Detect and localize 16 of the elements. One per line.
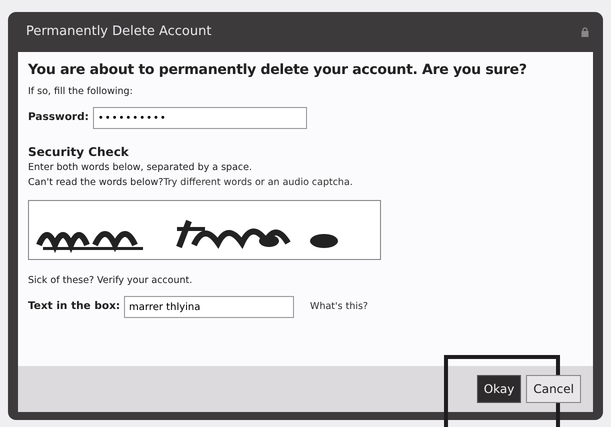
lock-icon[interactable]: [581, 27, 589, 37]
instruction-text: Enter both words below, separated by a space.: [28, 161, 253, 176]
intro-text: If so, fill the following:: [28, 85, 134, 99]
password-field[interactable]: ••••••••••: [92, 107, 307, 130]
field-label: Password:: [28, 110, 89, 126]
okay-button[interactable]: Okay: [476, 375, 522, 403]
answer-field[interactable]: marrer thlyina: [124, 296, 294, 318]
section-title: Security Check: [28, 144, 130, 162]
window-title: Permanently Delete Account: [26, 23, 212, 42]
help-text: Can't read the words below?: [28, 176, 164, 190]
whats-this-link[interactable]: What's this?: [310, 300, 368, 314]
verify-text: Sick of these? Verify your account.: [28, 274, 194, 288]
cancel-button[interactable]: Cancel: [526, 375, 581, 403]
field-label: Text in the box:: [28, 299, 120, 314]
dialog-heading: You are about to permanently delete your account. Are you sure?: [28, 61, 528, 80]
captcha-link[interactable]: Try different words or an audio captcha.: [163, 176, 353, 190]
